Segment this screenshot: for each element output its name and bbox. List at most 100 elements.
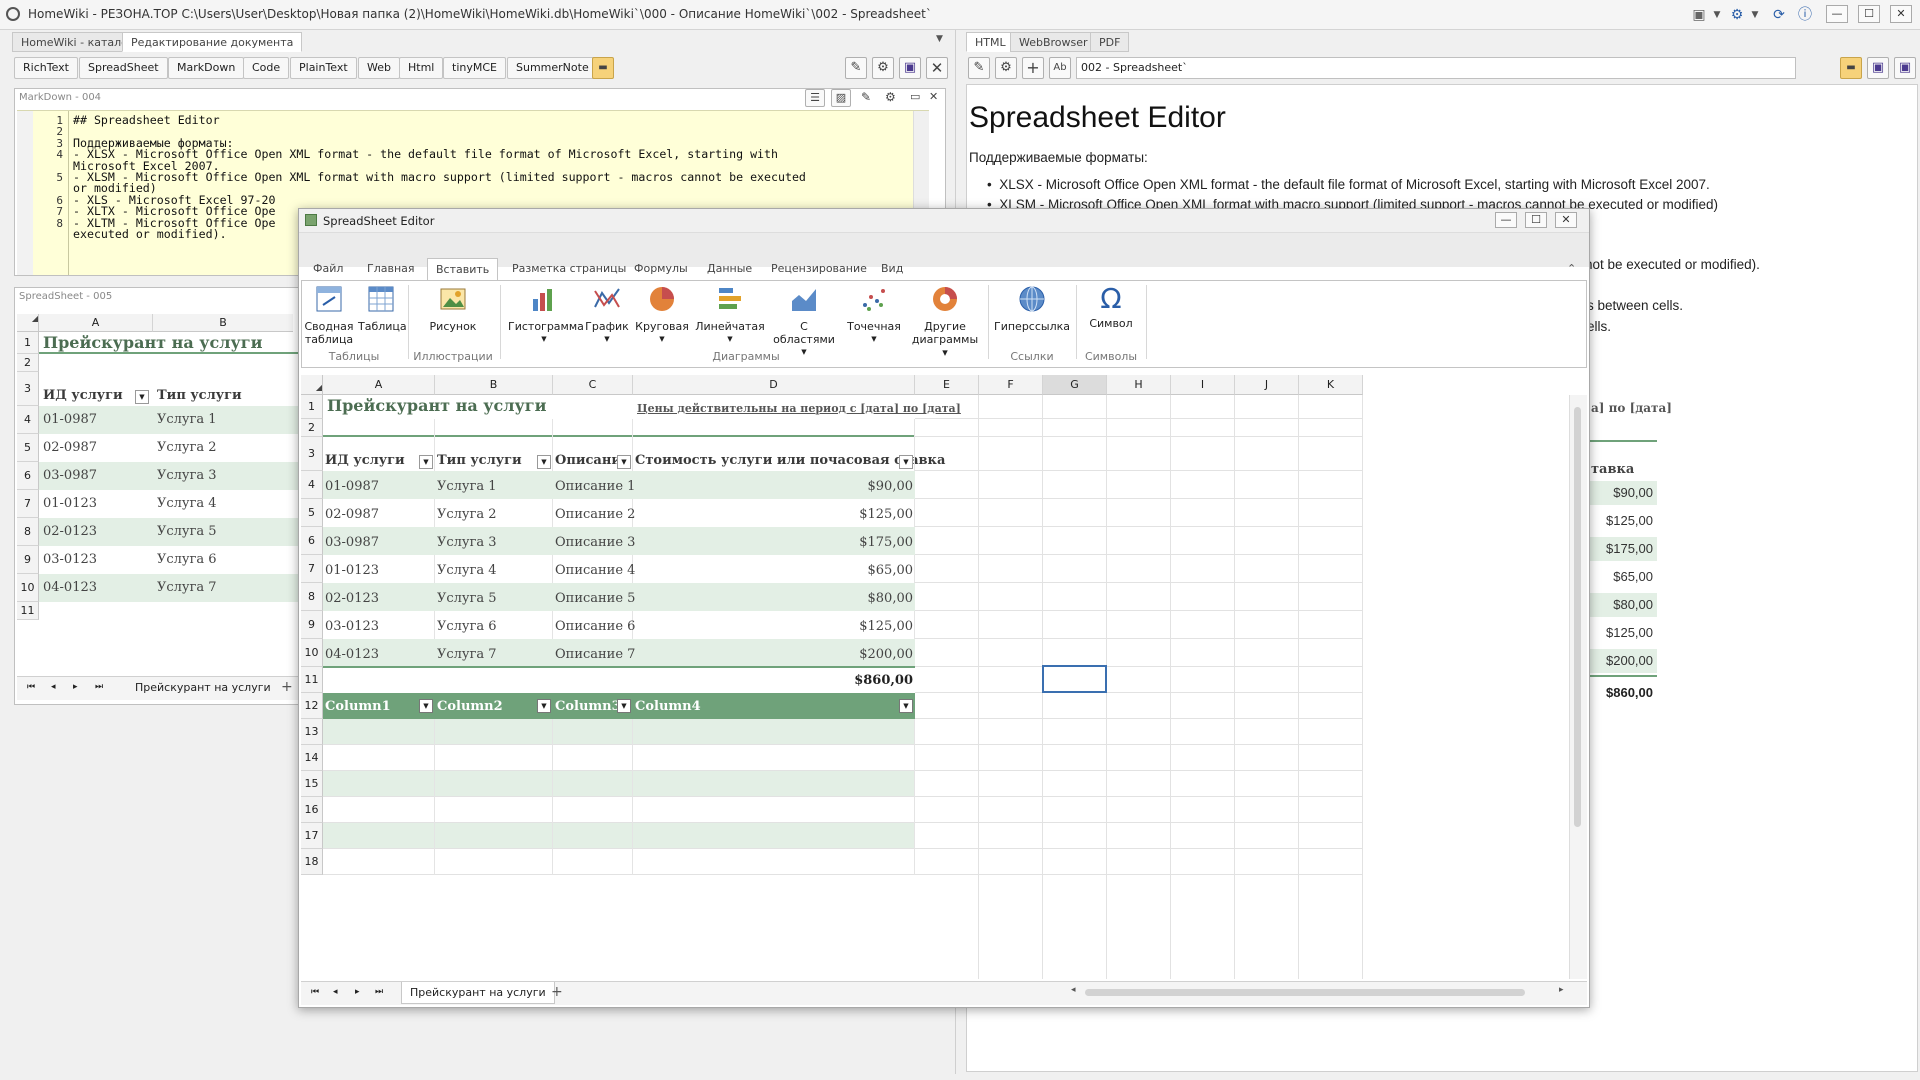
line-chart-button[interactable]: График ▼ <box>582 285 632 346</box>
ribbon-tab-file[interactable]: Файл <box>305 258 351 280</box>
spreadsheet-grid[interactable]: ◢ A B C D E F G H I J K 1 2 3 4 5 6 7 8 9 10 11 12 13 14 15 16 17 18 П… <box>301 375 1587 979</box>
row-header[interactable]: 4 <box>301 471 323 499</box>
row-header[interactable]: 9 <box>301 611 323 639</box>
ribbon-tab-insert[interactable]: Вставить <box>427 258 499 280</box>
ribbon-tab-formulas[interactable]: Формулы <box>626 258 696 280</box>
chevron-down-icon[interactable]: ▼ <box>1708 6 1726 24</box>
row-header[interactable]: 10 <box>17 574 39 602</box>
cell-id[interactable]: 04-0123 <box>43 580 97 595</box>
select-all-corner[interactable]: ◢ <box>301 375 323 395</box>
cell-type[interactable]: Услуга 6 <box>157 552 217 567</box>
last-sheet-icon[interactable]: ⏭ <box>95 682 103 692</box>
picture-button[interactable]: Рисунок <box>410 285 496 333</box>
tab-webbrowser[interactable]: WebBrowser <box>1010 32 1097 52</box>
cell-type[interactable]: Услуга 1 <box>157 412 217 427</box>
table-header-cell[interactable]: Тип услуги <box>437 453 522 468</box>
cell-price[interactable]: $125,00 <box>633 507 913 522</box>
scatter-chart-button[interactable]: Точечная ▼ <box>842 285 906 346</box>
scroll-right-icon[interactable]: ▸ <box>1559 985 1564 995</box>
close-icon[interactable]: ✕ <box>929 90 938 103</box>
row-header[interactable]: 13 <box>301 719 323 745</box>
bar-chart-button[interactable]: Линейчатая ▼ <box>694 285 766 346</box>
row-header[interactable]: 1 <box>17 332 39 354</box>
cell-description[interactable]: Описание 3 <box>555 535 635 550</box>
selected-cell[interactable] <box>1042 665 1107 693</box>
column-header-h[interactable]: H <box>1107 375 1171 395</box>
row-header[interactable]: 5 <box>301 499 323 527</box>
column-header-j[interactable]: J <box>1235 375 1299 395</box>
chevron-down-icon[interactable]: ▼ <box>936 34 943 44</box>
cell-type[interactable]: Услуга 7 <box>157 580 217 595</box>
cell-description[interactable]: Описание 1 <box>555 479 635 494</box>
format-html-button[interactable]: Html <box>399 57 444 79</box>
scroll-left-icon[interactable]: ◂ <box>1071 985 1076 995</box>
filter-dropdown-icon[interactable]: ▼ <box>135 390 149 404</box>
ribbon-tab-view[interactable]: Вид <box>873 258 911 280</box>
next-sheet-icon[interactable]: ▸ <box>73 682 78 692</box>
cell-type[interactable]: Услуга 2 <box>157 440 217 455</box>
column-header-d[interactable]: D <box>633 375 915 395</box>
folder-icon[interactable]: ▬ <box>592 57 614 79</box>
web-settings-icon[interactable]: ⚙ <box>872 57 894 79</box>
column-header-b[interactable]: B <box>153 314 293 332</box>
filter-dropdown-icon[interactable]: ▼ <box>419 699 433 713</box>
row-header[interactable]: 17 <box>301 823 323 849</box>
save-icon[interactable]: ▣ <box>1867 57 1889 79</box>
row-header[interactable]: 16 <box>301 797 323 823</box>
table2-row[interactable] <box>323 797 915 823</box>
add-sheet-icon[interactable]: + <box>551 984 563 1000</box>
table2-row[interactable] <box>323 849 915 875</box>
format-code-button[interactable]: Code <box>243 57 290 79</box>
maximize-button[interactable]: ☐ <box>1858 5 1880 23</box>
info-icon[interactable]: ⓘ <box>1796 6 1814 24</box>
row-header[interactable]: 7 <box>17 490 39 518</box>
row-header[interactable]: 7 <box>301 555 323 583</box>
hyperlink-button[interactable]: Гиперссылка <box>992 285 1072 333</box>
column-header-b[interactable]: B <box>435 375 553 395</box>
row-header[interactable]: 9 <box>17 546 39 574</box>
title-cell[interactable]: Прейскурант на услуги <box>327 396 546 415</box>
image-icon[interactable]: ▨ <box>831 89 851 107</box>
cell-type[interactable]: Услуга 3 <box>157 468 217 483</box>
ribbon-tab-home[interactable]: Главная <box>359 258 423 280</box>
row-header[interactable]: 1 <box>301 395 323 419</box>
column-header-i[interactable]: I <box>1171 375 1235 395</box>
horizontal-scrollbar[interactable]: ◂ ▸ <box>1071 985 1571 998</box>
sheet-tab[interactable]: Прейскурант на услуги <box>401 982 555 1004</box>
row-header[interactable]: 15 <box>301 771 323 797</box>
date-range-cell[interactable]: Цены действительны на период с [дата] по… <box>637 402 961 415</box>
table2-header-cell[interactable]: Column1 <box>325 699 391 714</box>
other-charts-button[interactable]: Другие диаграммы ▾ <box>908 285 982 359</box>
row-header[interactable]: 3 <box>17 372 39 406</box>
editor-maximize-button[interactable]: ☐ <box>1525 212 1547 228</box>
filter-dropdown-icon[interactable]: ▼ <box>537 455 551 469</box>
column-header-k[interactable]: K <box>1299 375 1363 395</box>
cell-price[interactable]: $125,00 <box>633 619 913 634</box>
cell-id[interactable]: 02-0123 <box>43 524 97 539</box>
cell-service-id[interactable]: 01-0123 <box>325 563 379 578</box>
add-sheet-icon[interactable]: + <box>281 679 293 695</box>
cell-price[interactable]: $200,00 <box>633 647 913 662</box>
cell-type[interactable]: Услуга 5 <box>157 524 217 539</box>
column-header-c[interactable]: C <box>553 375 633 395</box>
save-as-icon[interactable]: ▣ <box>1894 57 1916 79</box>
row-header[interactable]: 10 <box>301 639 323 667</box>
ribbon-tab-data[interactable]: Данные <box>699 258 760 280</box>
select-all-corner[interactable]: ◢ <box>17 314 39 332</box>
cell-description[interactable]: Описание 5 <box>555 591 635 606</box>
scroll-thumb[interactable] <box>1085 989 1525 996</box>
settings-icon[interactable]: ⚙ <box>885 90 896 104</box>
rename-icon[interactable]: Ab <box>1049 57 1071 79</box>
next-sheet-icon[interactable]: ▸ <box>355 987 360 997</box>
save-icon[interactable]: ▣ <box>899 57 921 79</box>
cell-type[interactable]: Услуга 4 <box>157 496 217 511</box>
cell-service-type[interactable]: Услуга 7 <box>437 647 497 662</box>
prev-sheet-icon[interactable]: ◂ <box>51 682 56 692</box>
cell-description[interactable]: Описание 4 <box>555 563 635 578</box>
cell-service-type[interactable]: Услуга 1 <box>437 479 497 494</box>
row-header[interactable]: 11 <box>301 667 323 693</box>
cell-service-type[interactable]: Услуга 6 <box>437 619 497 634</box>
list-icon[interactable]: ☰ <box>805 89 825 107</box>
filter-dropdown-icon[interactable]: ▼ <box>419 455 433 469</box>
total-cell[interactable]: $860,00 <box>633 673 913 688</box>
